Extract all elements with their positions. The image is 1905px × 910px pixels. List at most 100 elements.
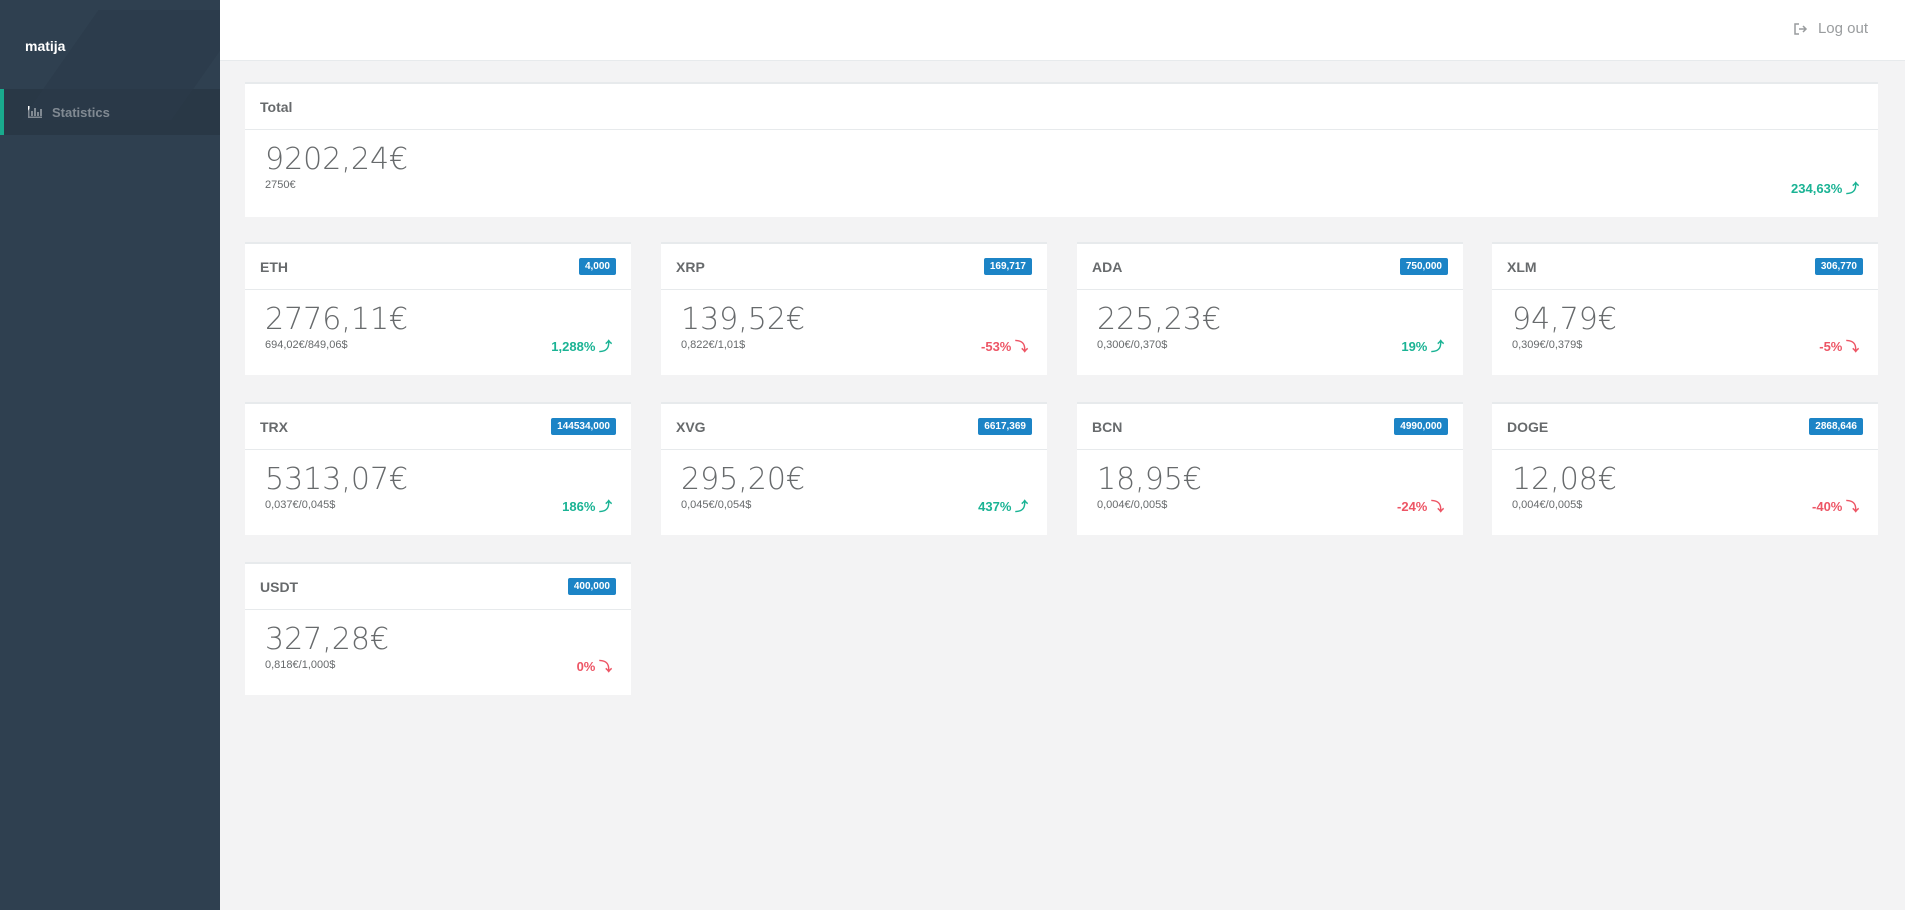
coin-change: 1,288% ⤴ [551, 336, 612, 355]
total-invested: 2750€ [265, 179, 296, 191]
coin-change: 437% ⤴ [978, 496, 1028, 515]
coin-symbol: ADA [1092, 258, 1123, 275]
coin-card-body: 2776,11€ 694,02€/849,06$ 1,288% ⤴ [245, 290, 631, 375]
coin-card-header: DOGE 2868,646 [1492, 404, 1878, 450]
coin-price: 0,309€/0,379$ [1512, 339, 1583, 351]
arrow-up-icon: ⤴ [595, 499, 612, 514]
total-value: 9202,24€ [265, 142, 409, 177]
coin-card-header: XVG 6617,369 [661, 404, 1047, 450]
coin-card-body: 295,20€ 0,045€/0,054$ 437% ⤴ [661, 450, 1047, 535]
arrow-down-icon: ⤵ [1011, 339, 1028, 354]
coin-card-header: XLM 306,770 [1492, 244, 1878, 290]
coin-card-body: 94,79€ 0,309€/0,379$ -5% ⤵ [1492, 290, 1878, 375]
coin-change-value: -53% [981, 339, 1012, 354]
total-change: 234,63% ⤴ [1791, 178, 1859, 197]
coin-card-body: 139,52€ 0,822€/1,01$ -53% ⤵ [661, 290, 1047, 375]
coin-change: -5% ⤵ [1819, 336, 1859, 355]
coin-amount-badge: 750,000 [1399, 258, 1448, 275]
coin-amount-badge: 306,770 [1814, 258, 1863, 275]
coin-change: 186% ⤴ [562, 496, 612, 515]
arrow-up-icon: ⤴ [1427, 339, 1444, 354]
arrow-up-icon: ⤴ [1845, 181, 1859, 196]
coin-symbol: XRP [676, 258, 705, 275]
coin-card-header: ADA 750,000 [1077, 244, 1463, 290]
coin-value: 12,08€ [1512, 462, 1617, 497]
coin-change-value: 186% [562, 499, 596, 514]
coin-card-xlm: XLM 306,770 94,79€ 0,309€/0,379$ -5% ⤵ [1492, 242, 1878, 375]
coin-symbol: USDT [260, 578, 299, 595]
arrow-down-icon: ⤵ [1842, 499, 1859, 514]
main-content: Total 9202,24€ 2750€ 234,63% ⤴ ETH 4,000 2… [245, 82, 1878, 695]
total-panel-body: 9202,24€ 2750€ 234,63% ⤴ [245, 130, 1878, 217]
coin-card-body: 12,08€ 0,004€/0,005$ -40% ⤵ [1492, 450, 1878, 535]
coin-change-value: -5% [1819, 339, 1843, 354]
coin-symbol: XVG [676, 418, 706, 435]
coin-amount-badge: 4,000 [578, 258, 616, 275]
profile-header: matija [0, 0, 220, 89]
coin-card-body: 5313,07€ 0,037€/0,045$ 186% ⤴ [245, 450, 631, 535]
coin-card-header: TRX 144534,000 [245, 404, 631, 450]
coin-change: 19% ⤴ [1401, 336, 1444, 355]
arrow-down-icon: ⤵ [1842, 339, 1859, 354]
coin-card-body: 225,23€ 0,300€/0,370$ 19% ⤴ [1077, 290, 1463, 375]
coin-card-body: 327,28€ 0,818€/1,000$ 0% ⤵ [245, 610, 631, 695]
coin-card-body: 18,95€ 0,004€/0,005$ -24% ⤵ [1077, 450, 1463, 535]
coin-change: -53% ⤵ [981, 336, 1028, 355]
coin-price: 0,045€/0,054$ [681, 499, 752, 511]
coin-symbol: XLM [1507, 258, 1537, 275]
coin-amount-badge: 169,717 [983, 258, 1032, 275]
coin-card-header: XRP 169,717 [661, 244, 1047, 290]
coin-change-value: -24% [1397, 499, 1428, 514]
coin-change: -40% ⤵ [1812, 496, 1859, 515]
coin-price: 0,822€/1,01$ [681, 339, 746, 351]
coin-card-doge: DOGE 2868,646 12,08€ 0,004€/0,005$ -40% ⤵ [1492, 402, 1878, 535]
coin-value: 94,79€ [1512, 302, 1617, 337]
coin-amount-badge: 400,000 [567, 578, 616, 595]
coin-change-value: -40% [1812, 499, 1843, 514]
coin-card-eth: ETH 4,000 2776,11€ 694,02€/849,06$ 1,288% ⤴ [245, 242, 631, 375]
coin-card-usdt: USDT 400,000 327,28€ 0,818€/1,000$ 0% ⤵ [245, 562, 631, 695]
coin-value: 139,52€ [681, 302, 806, 337]
coin-price: 0,004€/0,005$ [1512, 499, 1583, 511]
coin-change: 0% ⤵ [577, 656, 612, 675]
total-change-value: 234,63% [1791, 181, 1843, 196]
coin-change-value: 0% [576, 659, 596, 674]
coin-amount-badge: 4990,000 [1394, 418, 1448, 435]
total-panel: Total 9202,24€ 2750€ 234,63% ⤴ [245, 82, 1878, 217]
coin-change: -24% ⤵ [1397, 496, 1444, 515]
username[interactable]: matija [25, 38, 220, 54]
top-navbar: Log out [220, 0, 1905, 61]
coin-price: 0,300€/0,370$ [1097, 339, 1168, 351]
coin-card-xvg: XVG 6617,369 295,20€ 0,045€/0,054$ 437% ⤴ [661, 402, 1047, 535]
coin-card-trx: TRX 144534,000 5313,07€ 0,037€/0,045$ 186% ⤴ [245, 402, 631, 535]
coin-amount-badge: 144534,000 [551, 418, 616, 435]
sign-out-icon [1794, 22, 1808, 35]
coin-value: 327,28€ [265, 622, 390, 657]
coin-amount-badge: 6617,369 [978, 418, 1032, 435]
coin-change-value: 437% [978, 499, 1012, 514]
coin-price: 0,818€/1,000$ [265, 659, 336, 671]
total-title: Total [260, 98, 293, 115]
coin-price: 0,004€/0,005$ [1097, 499, 1168, 511]
coin-symbol: BCN [1092, 418, 1123, 435]
coin-change-value: 19% [1401, 339, 1428, 354]
coin-amount-badge: 2868,646 [1809, 418, 1863, 435]
coin-symbol: DOGE [1507, 418, 1549, 435]
arrow-down-icon: ⤵ [1427, 499, 1444, 514]
logout-label: Log out [1817, 20, 1868, 37]
arrow-up-icon: ⤴ [595, 339, 612, 354]
arrow-down-icon: ⤵ [595, 659, 612, 674]
coin-card-header: BCN 4990,000 [1077, 404, 1463, 450]
sidebar: matija Statistics [0, 0, 220, 910]
coin-card-header: ETH 4,000 [245, 244, 631, 290]
logout-button[interactable]: Log out [1794, 20, 1868, 37]
coin-change-value: 1,288% [551, 339, 596, 354]
total-panel-header: Total [245, 84, 1878, 130]
coin-value: 18,95€ [1097, 462, 1202, 497]
coin-value: 225,23€ [1097, 302, 1222, 337]
coin-value: 2776,11€ [265, 302, 409, 337]
coin-value: 5313,07€ [265, 462, 409, 497]
coin-card-bcn: BCN 4990,000 18,95€ 0,004€/0,005$ -24% ⤵ [1077, 402, 1463, 535]
coin-price: 0,037€/0,045$ [265, 499, 336, 511]
coin-symbol: ETH [260, 258, 288, 275]
